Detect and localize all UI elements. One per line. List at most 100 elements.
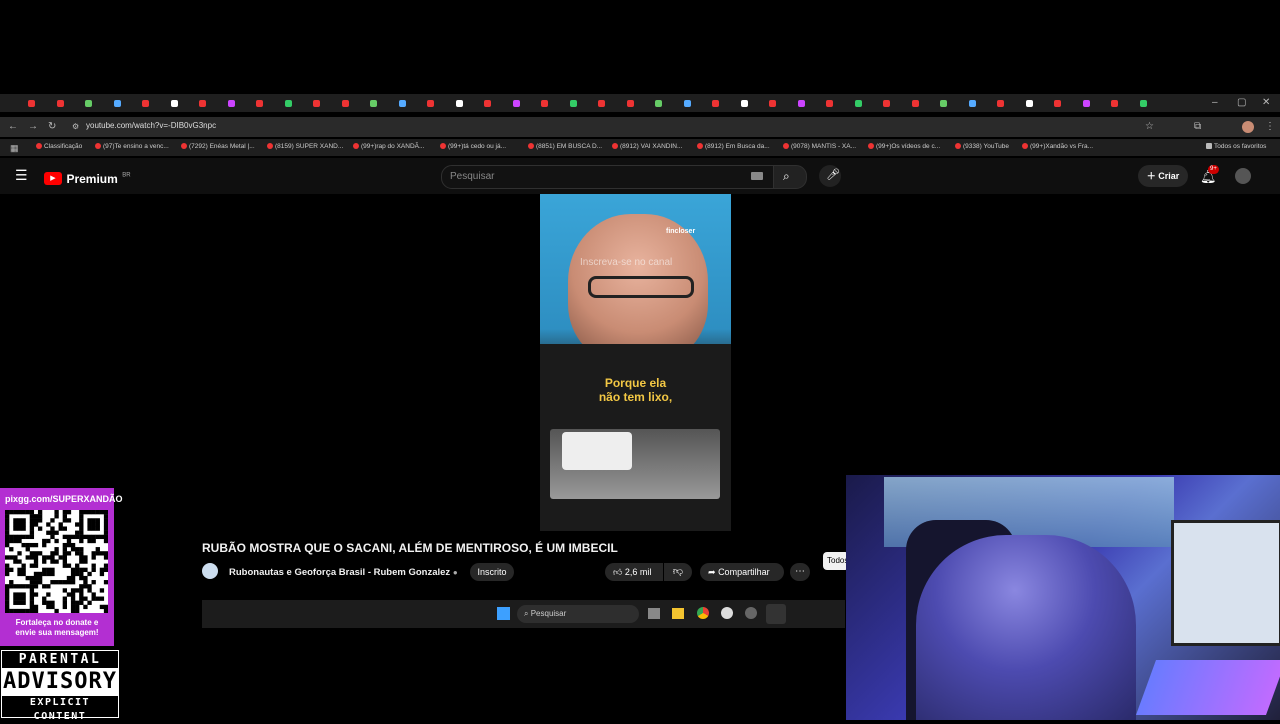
profile-avatar[interactable] (1242, 121, 1254, 133)
keyboard-icon[interactable] (751, 172, 763, 180)
bookmark-item[interactable]: (97)Te ensino a venc... (95, 143, 169, 150)
account-avatar[interactable] (1235, 168, 1251, 184)
browser-tab[interactable] (626, 98, 651, 110)
browser-tab[interactable] (911, 98, 936, 110)
bookmark-item[interactable]: (9338) YouTube (955, 143, 1009, 150)
bookmark-item[interactable]: (8851) EM BUSCA D... (528, 143, 602, 150)
create-button[interactable]: ＋ Criar (1138, 165, 1188, 187)
bookmark-item[interactable]: (99+)Os vídeos de c... (868, 143, 940, 150)
taskbar-search[interactable]: ⌕ Pesquisar (517, 605, 639, 623)
share-button[interactable]: ➦ Compartilhar (700, 563, 784, 581)
browser-tab[interactable] (997, 98, 1021, 110)
browser-tab[interactable] (940, 98, 964, 110)
bookmark-item[interactable]: (7292) Enéas Metal |... (181, 143, 255, 150)
bookmark-item[interactable]: (99+)tá cedo ou já... (440, 143, 506, 150)
settings-icon[interactable] (745, 607, 757, 619)
browser-tab[interactable] (1054, 98, 1078, 110)
browser-tab[interactable] (170, 98, 195, 110)
browser-tab[interactable] (1025, 98, 1050, 110)
browser-menu-icon[interactable]: ⋮ (1265, 122, 1275, 132)
browser-tab[interactable] (28, 98, 52, 110)
browser-tab[interactable] (398, 98, 423, 110)
voice-search-button[interactable]: 🎤︎ (819, 165, 841, 187)
bookmark-item[interactable]: (8159) SUPER XAND... (267, 143, 343, 150)
bookmark-item[interactable]: (9078) MANTIS - XA... (783, 143, 856, 150)
tab-favicon-icon (826, 100, 833, 108)
chrome-icon[interactable] (697, 607, 709, 619)
browser-tab[interactable] (370, 98, 394, 110)
browser-tab[interactable] (256, 98, 280, 110)
forward-icon[interactable]: → (28, 122, 38, 132)
bookmark-label: (8851) EM BUSCA D... (536, 143, 603, 150)
browser-tab[interactable] (655, 98, 679, 110)
bookmark-item[interactable]: (8912) VAI XANDIN... (612, 143, 682, 150)
browser-tab[interactable] (569, 98, 594, 110)
browser-tab[interactable] (826, 98, 850, 110)
bookmark-item[interactable]: Classificação (36, 143, 82, 150)
browser-tab[interactable] (512, 98, 537, 110)
browser-tab[interactable] (113, 98, 138, 110)
browser-tab[interactable] (142, 98, 166, 110)
app-icon[interactable] (721, 607, 733, 619)
search-button[interactable]: ⌕ (773, 165, 807, 189)
browser-tab[interactable] (56, 98, 81, 110)
browser-tab[interactable] (85, 98, 109, 110)
browser-tab[interactable] (227, 98, 252, 110)
windows-start-icon[interactable] (497, 607, 510, 620)
reload-icon[interactable]: ↻ (48, 122, 56, 132)
channel-name[interactable]: Rubonautas e Geoforça Brasil - Rubem Gon… (229, 567, 458, 578)
channel-avatar[interactable] (202, 563, 218, 579)
file-explorer-icon[interactable] (672, 608, 684, 619)
browser-tab[interactable] (1082, 98, 1107, 110)
url-text[interactable]: youtube.com/watch?v=-DIB0vG3npc (86, 121, 216, 130)
site-info-icon[interactable]: ⚙ (72, 122, 79, 132)
apps-grid-icon[interactable]: ▦ (10, 143, 19, 153)
browser-tab[interactable] (683, 98, 708, 110)
browser-tab[interactable] (1139, 98, 1164, 110)
close-window-icon[interactable]: ✕ (1262, 98, 1270, 108)
browser-tab[interactable] (598, 98, 622, 110)
like-button[interactable]: 👍︎ 2,6 mil (605, 563, 663, 581)
verified-icon: ● (452, 568, 458, 577)
back-icon[interactable]: ← (8, 122, 18, 132)
browser-tab[interactable] (341, 98, 366, 110)
browser-tab[interactable] (883, 98, 907, 110)
browser-tab[interactable] (1111, 98, 1135, 110)
bookmark-item[interactable]: (8912) Em Busca da... (697, 143, 770, 150)
bookmark-item[interactable]: (99+)rap do XANDÃ... (353, 143, 424, 150)
minimize-icon[interactable]: – (1212, 98, 1218, 108)
browser-tab[interactable] (284, 98, 309, 110)
extensions-icon[interactable]: ⧉ (1194, 122, 1201, 132)
browser-tab[interactable] (427, 98, 451, 110)
steam-icon[interactable] (766, 604, 786, 624)
browser-tab[interactable] (199, 98, 223, 110)
browser-tab[interactable] (854, 98, 879, 110)
browser-tab[interactable] (797, 98, 822, 110)
browser-tab[interactable] (313, 98, 337, 110)
all-bookmarks[interactable]: Todos os favoritos (1206, 143, 1266, 150)
tab-favicon-icon (541, 100, 548, 108)
browser-tab[interactable] (484, 98, 508, 110)
dislike-button[interactable]: 👎︎ (664, 563, 692, 581)
video-player[interactable]: fincloser Inscreva-se no canal Porque el… (540, 194, 731, 531)
browser-tab[interactable] (740, 98, 765, 110)
bookmark-item[interactable]: (99+)Xandão vs Fra... (1022, 143, 1093, 150)
webcam-monitor (1171, 520, 1280, 646)
browser-tab[interactable] (712, 98, 736, 110)
tab-favicon-icon (85, 100, 92, 108)
thumbs-down-icon: 👎︎ (672, 566, 684, 577)
more-actions-button[interactable]: ⋯ (790, 563, 810, 581)
browser-tab[interactable] (968, 98, 993, 110)
task-view-icon[interactable] (648, 608, 660, 619)
maximize-icon[interactable]: ▢ (1237, 98, 1246, 108)
browser-tab[interactable] (455, 98, 480, 110)
browser-tab[interactable] (541, 98, 565, 110)
subscribed-button[interactable]: Inscrito (470, 563, 514, 581)
hamburger-menu-icon[interactable]: ☰ (15, 168, 28, 182)
bookmark-star-icon[interactable]: ☆ (1145, 122, 1154, 132)
browser-tab[interactable] (769, 98, 793, 110)
notifications-button[interactable]: 🔔︎ 9+ (1200, 165, 1219, 186)
tab-favicon-icon (1139, 100, 1147, 108)
youtube-logo[interactable]: ▶ Premium BR (44, 170, 131, 188)
advisory-line-1: PARENTAL (18, 652, 102, 667)
